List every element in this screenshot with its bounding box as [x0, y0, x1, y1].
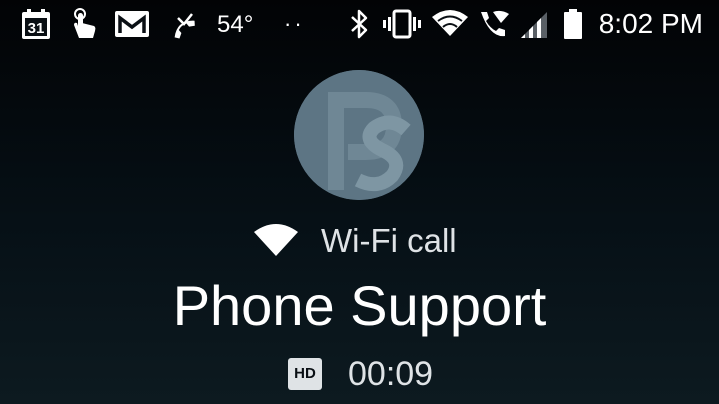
wifi-icon — [254, 224, 298, 256]
call-info-row: HD 00:09 — [288, 352, 433, 396]
weather-temperature: 54° — [217, 11, 254, 38]
cell-signal-icon — [519, 8, 549, 40]
contact-monogram-logo — [294, 70, 424, 200]
call-type-label: Wi-Fi call — [321, 222, 457, 259]
status-bar-clock: 8:02 PM — [598, 8, 703, 39]
calendar-day: 31 — [28, 20, 45, 37]
gmail-icon — [114, 8, 150, 40]
bluetooth-icon — [348, 8, 370, 40]
contact-name: Phone Support — [172, 274, 547, 337]
call-duration: 00:09 — [348, 354, 434, 393]
wifi-calling-icon — [476, 8, 512, 40]
wifi-icon — [431, 8, 469, 40]
missed-call-icon — [166, 8, 198, 40]
calendar-icon: 31 — [19, 8, 53, 40]
battery-icon — [562, 8, 584, 40]
hd-voice-badge: HD — [288, 358, 322, 390]
in-call-screen: 31 54° ·· 8:02 PM Wi-Fi call Phone Suppo… — [0, 0, 719, 404]
status-bar: 31 54° ·· 8:02 PM — [0, 0, 719, 50]
call-type-row: Wi-Fi call — [253, 218, 457, 264]
vibrate-icon — [383, 8, 421, 40]
hand-tap-icon — [68, 8, 98, 40]
notification-overflow-dots: ·· — [284, 11, 305, 36]
contact-avatar — [294, 70, 424, 200]
